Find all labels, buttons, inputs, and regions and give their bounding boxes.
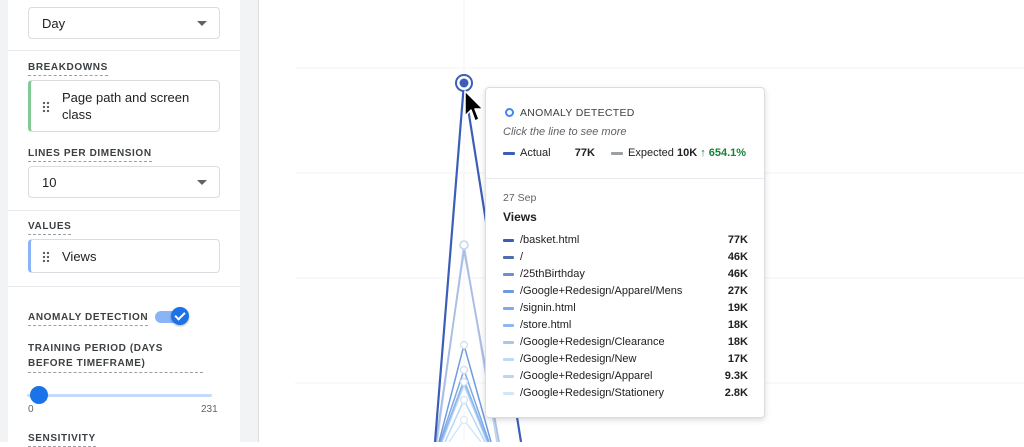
series-swatch (503, 341, 514, 344)
point-store (459, 377, 469, 387)
series-name: /Google+Redesign/Apparel (520, 370, 653, 382)
series-swatch (503, 239, 514, 242)
point-stationery (459, 415, 469, 425)
tooltip-row: /Google+Redesign/Stationery 2.8K (503, 386, 748, 402)
tooltip-metric: Views (503, 210, 537, 224)
series-name: /Google+Redesign/Stationery (520, 387, 665, 399)
training-period-label: TRAINING PERIOD (DAYS BEFORE TIMEFRAME) (28, 341, 203, 373)
series-name: /Google+Redesign/Clearance (520, 336, 665, 348)
anomaly-detection-label: ANOMALY DETECTION (28, 311, 149, 326)
series-value: 77K (727, 234, 748, 246)
series-name: /Google+Redesign/New (520, 353, 637, 365)
series-swatch (503, 392, 514, 395)
check-icon (171, 307, 189, 325)
actual-value: 77K (574, 147, 595, 159)
tooltip-divider (486, 178, 764, 179)
training-period-slider-track[interactable] (27, 394, 212, 397)
divider (8, 210, 240, 211)
granularity-select[interactable]: Day (28, 7, 220, 39)
tooltip-row: /25thBirthday 46K (503, 267, 748, 283)
tooltip-row: / 46K (503, 250, 748, 266)
mouse-cursor-icon (464, 90, 484, 122)
breakdowns-label: BREAKDOWNS (28, 61, 108, 76)
breakdown-chip[interactable]: Page path and screen class (28, 80, 220, 132)
training-period-slider-handle[interactable] (30, 386, 48, 404)
series-swatch (503, 375, 514, 378)
drag-handle-icon[interactable] (42, 251, 50, 263)
series-value: 46K (727, 268, 748, 280)
settings-panel-content: Day BREAKDOWNS Page path and screen clas… (8, 0, 240, 442)
point-mens (459, 340, 469, 350)
series-value: 46K (727, 251, 748, 263)
series-name: /Google+Redesign/Apparel/Mens (520, 285, 683, 297)
granularity-value: Day (42, 16, 66, 31)
chevron-down-icon (197, 21, 207, 26)
anomaly-icon (505, 108, 514, 117)
series-name: /store.html (520, 319, 572, 331)
actual-swatch (503, 151, 515, 155)
value-chip[interactable]: Views (28, 239, 220, 273)
slider-max-label: 231 (201, 404, 218, 415)
tooltip-header: ANOMALY DETECTED (520, 107, 635, 119)
chevron-down-icon (197, 180, 207, 185)
divider (8, 286, 240, 287)
anomaly-tooltip[interactable]: ANOMALY DETECTED Click the line to see m… (485, 87, 765, 418)
series-name: /25thBirthday (520, 268, 585, 280)
lines-per-dimension-label: LINES PER DIMENSION (28, 147, 152, 162)
series-name: /signin.html (520, 302, 576, 314)
tooltip-row: /basket.html 77K (503, 233, 748, 249)
point-25thbirthday (459, 240, 469, 250)
series-value: 18K (727, 336, 748, 348)
tooltip-hint: Click the line to see more (503, 126, 627, 138)
sensitivity-label: SENSITIVITY (28, 432, 96, 447)
actual-label: Actual (520, 147, 551, 159)
expected-value: 10K (676, 147, 698, 159)
anomaly-point-center (459, 78, 469, 88)
lines-per-dimension-value: 10 (42, 175, 57, 190)
slider-min-label: 0 (28, 404, 34, 415)
series-swatch (503, 256, 514, 259)
series-swatch (503, 290, 514, 293)
series-name: /basket.html (520, 234, 580, 246)
tooltip-row: /Google+Redesign/Apparel/Mens 27K (503, 284, 748, 300)
series-swatch (503, 273, 514, 276)
series-value: 19K (727, 302, 748, 314)
tooltip-row: /store.html 18K (503, 318, 748, 334)
values-label: VALUES (28, 220, 72, 235)
series-value: 9.3K (724, 370, 748, 382)
series-value: 18K (727, 319, 748, 331)
tooltip-row: /signin.html 19K (503, 301, 748, 317)
series-value: 17K (727, 353, 748, 365)
series-swatch (503, 324, 514, 327)
lines-per-dimension-select[interactable]: 10 (28, 166, 220, 198)
expected-label: Expected (628, 147, 674, 159)
breakdown-chip-label: Page path and screen class (62, 90, 190, 122)
anomaly-detection-toggle[interactable] (155, 307, 191, 325)
tooltip-legend: Actual 77K Expected 10K ↑ 654.1% (503, 147, 746, 159)
change-value: ↑ 654.1% (700, 147, 747, 159)
series-value: 2.8K (724, 387, 748, 399)
tooltip-row: /Google+Redesign/New 17K (503, 352, 748, 368)
series-swatch (503, 307, 514, 310)
tooltip-date: 27 Sep (503, 192, 537, 204)
drag-handle-icon[interactable] (42, 101, 50, 113)
point-signin (459, 365, 469, 375)
settings-panel: Day BREAKDOWNS Page path and screen clas… (0, 0, 259, 447)
series-swatch (503, 358, 514, 361)
series-name: / (520, 251, 524, 263)
tooltip-row: /Google+Redesign/Apparel 9.3K (503, 369, 748, 385)
tooltip-row: /Google+Redesign/Clearance 18K (503, 335, 748, 351)
point-apparel (459, 395, 469, 405)
expected-swatch (611, 151, 624, 155)
divider (8, 50, 240, 51)
series-value: 27K (727, 285, 748, 297)
value-chip-label: Views (62, 249, 97, 264)
